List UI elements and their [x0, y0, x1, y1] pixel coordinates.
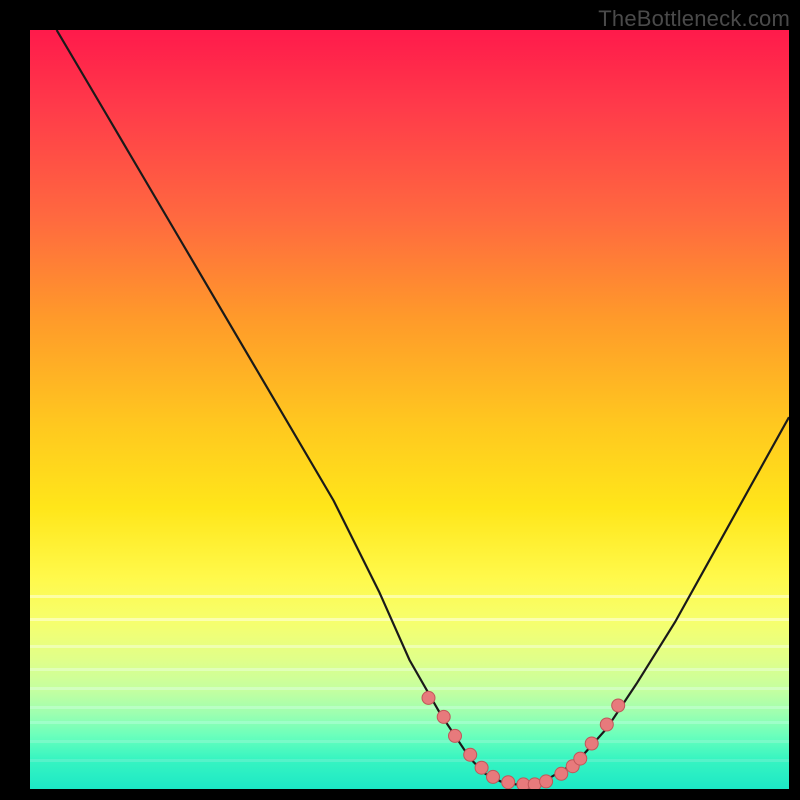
curve-svg — [30, 30, 789, 789]
highlight-point — [585, 737, 598, 750]
highlight-point — [574, 752, 587, 765]
highlight-point — [528, 778, 541, 789]
highlight-point — [540, 775, 553, 788]
highlight-point — [502, 776, 515, 789]
highlight-point — [487, 770, 500, 783]
highlight-point — [449, 729, 462, 742]
plot-area — [30, 30, 789, 789]
chart-frame: TheBottleneck.com — [0, 0, 800, 800]
highlight-points — [422, 691, 625, 789]
highlight-point — [612, 699, 625, 712]
watermark-text: TheBottleneck.com — [598, 6, 790, 32]
bottleneck-curve — [57, 30, 789, 784]
highlight-point — [475, 761, 488, 774]
highlight-point — [437, 710, 450, 723]
highlight-point — [600, 718, 613, 731]
highlight-point — [555, 767, 568, 780]
highlight-point — [422, 691, 435, 704]
highlight-point — [464, 748, 477, 761]
